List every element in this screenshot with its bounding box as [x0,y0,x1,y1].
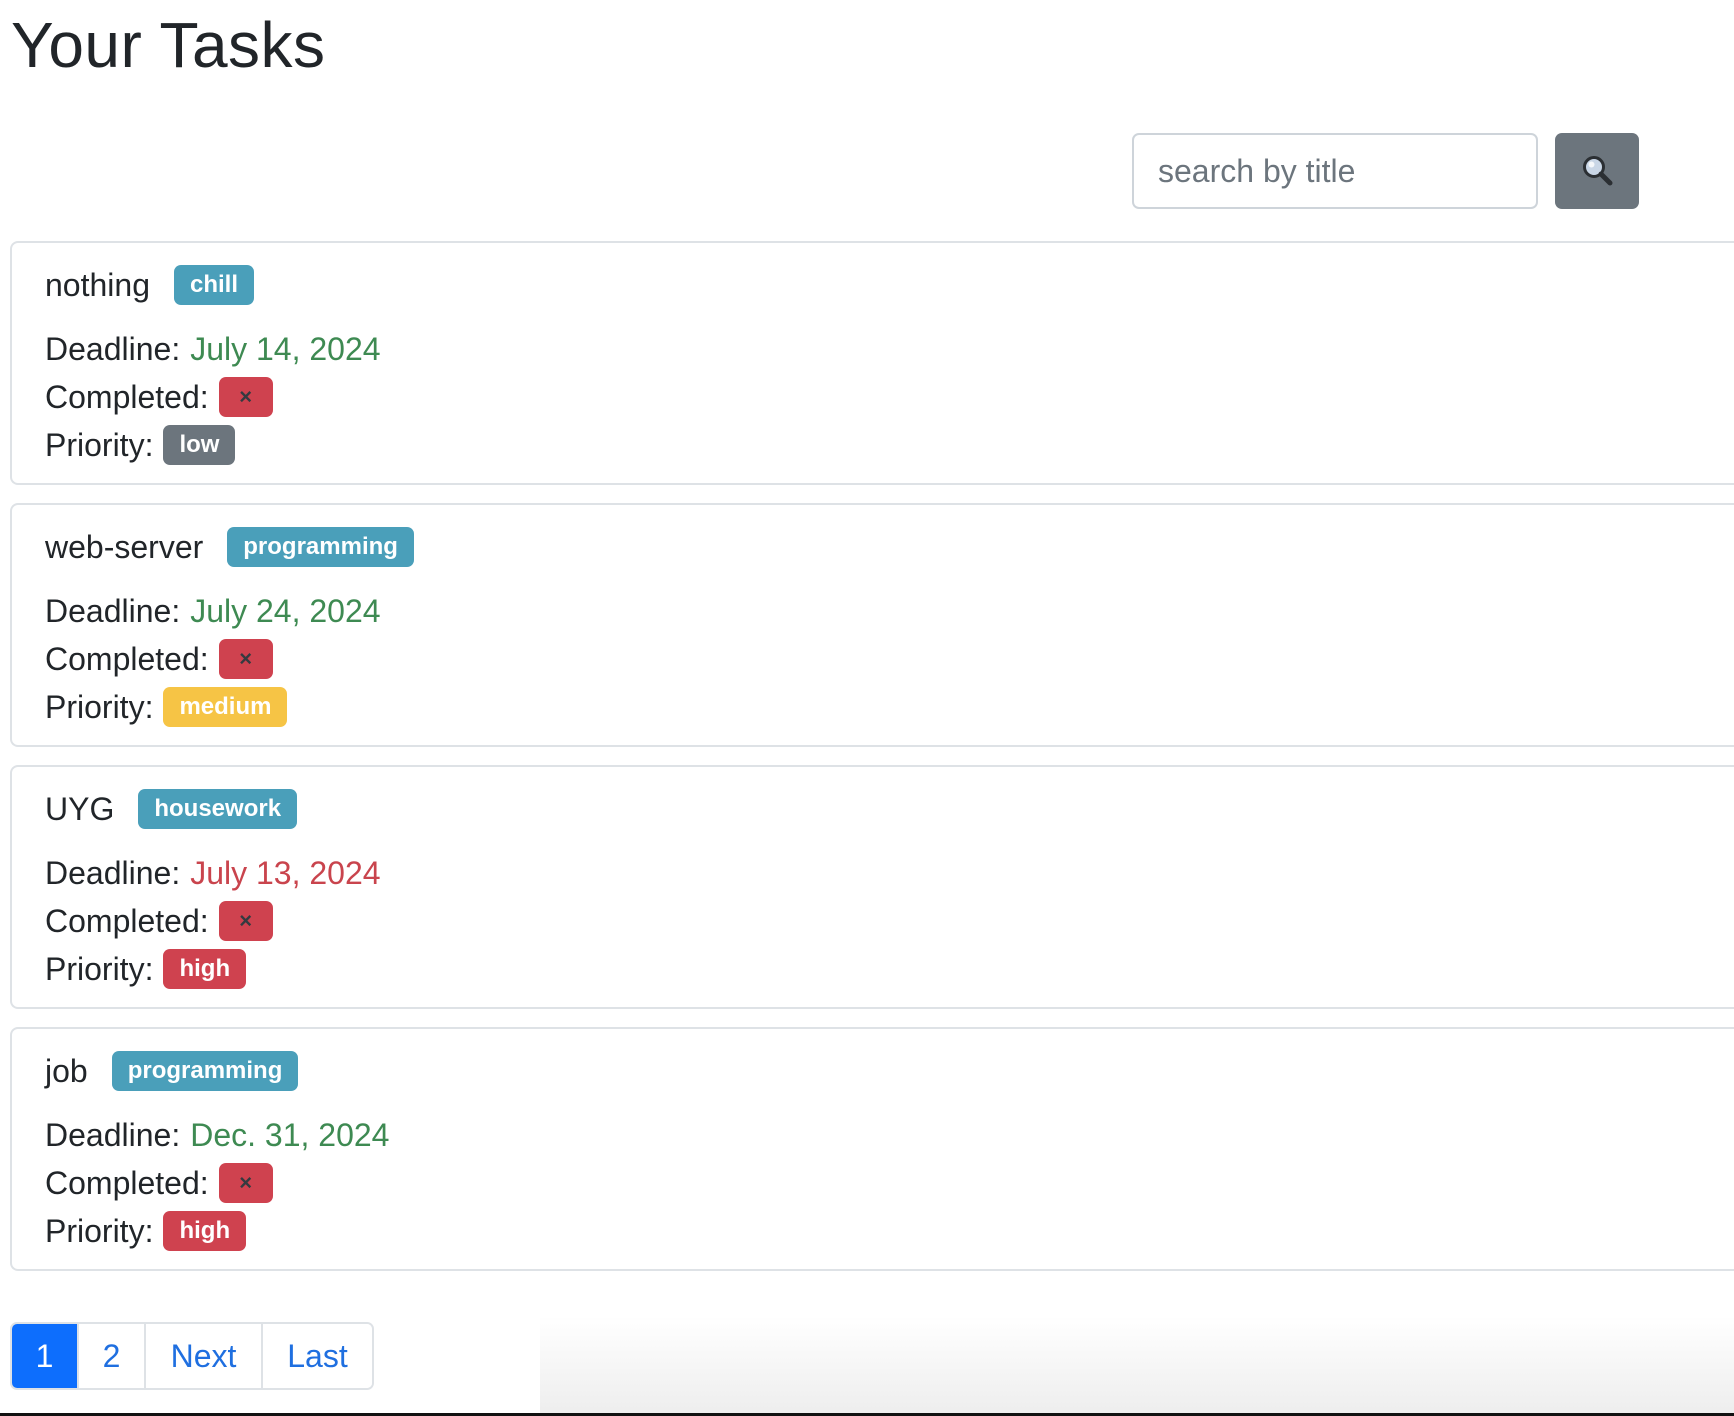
search-form [1132,133,1639,209]
completed-label: Completed: [45,379,209,415]
next-page-link[interactable]: Next [144,1324,261,1388]
priority-label: Priority: [45,689,154,725]
deadline-value: Dec. 31, 2024 [190,1117,390,1153]
priority-row: Priority: medium [45,687,288,727]
page-title: Your Tasks [11,9,326,81]
deadline-row: Deadline: July 24, 2024 [45,591,381,631]
deadline-value: July 14, 2024 [190,331,381,367]
priority-label: Priority: [45,427,154,463]
deadline-label: Deadline: [45,1117,181,1153]
task-header: web-server programming [45,527,414,567]
completed-row: Completed: × [45,639,273,679]
priority-label: Priority: [45,1213,154,1249]
pagination: 1 2 Next Last [10,1322,374,1390]
bottom-shadow [540,1316,1734,1416]
category-badge: chill [173,265,254,305]
priority-badge: high [163,1211,247,1251]
deadline-value: July 13, 2024 [190,855,381,891]
task-title[interactable]: nothing [45,265,150,305]
priority-row: Priority: low [45,425,236,465]
deadline-value: July 24, 2024 [190,593,381,629]
last-page-link[interactable]: Last [261,1324,372,1388]
task-title[interactable]: web-server [45,527,203,567]
magnifier-icon [1580,153,1614,190]
not-completed-badge: × [218,901,273,941]
deadline-row: Deadline: Dec. 31, 2024 [45,1115,389,1155]
completed-row: Completed: × [45,377,273,417]
completed-label: Completed: [45,903,209,939]
task-list-page: Your Tasks nothing chill Deadline: July … [0,0,1734,1416]
not-completed-badge: × [218,639,273,679]
deadline-label: Deadline: [45,593,181,629]
page-link-2[interactable]: 2 [77,1324,144,1388]
priority-row: Priority: high [45,949,247,989]
priority-row: Priority: high [45,1211,247,1251]
task-header: nothing chill [45,265,254,305]
page-link-1[interactable]: 1 [12,1324,77,1388]
priority-badge: high [163,949,247,989]
search-button[interactable] [1555,133,1639,209]
task-header: UYG housework [45,789,298,829]
completed-row: Completed: × [45,1163,273,1203]
task-title[interactable]: UYG [45,789,114,829]
priority-badge: medium [163,687,288,727]
task-title[interactable]: job [45,1051,88,1091]
deadline-label: Deadline: [45,855,181,891]
category-badge: housework [138,789,298,829]
task-header: job programming [45,1051,299,1091]
completed-row: Completed: × [45,901,273,941]
deadline-row: Deadline: July 13, 2024 [45,853,381,893]
task-card: nothing chill Deadline: July 14, 2024 Co… [10,241,1734,485]
search-input[interactable] [1132,133,1538,209]
priority-label: Priority: [45,951,154,987]
priority-badge: low [163,425,236,465]
deadline-label: Deadline: [45,331,181,367]
not-completed-badge: × [218,377,273,417]
category-badge: programming [227,527,414,567]
not-completed-badge: × [218,1163,273,1203]
task-card: UYG housework Deadline: July 13, 2024 Co… [10,765,1734,1009]
task-card: job programming Deadline: Dec. 31, 2024 … [10,1027,1734,1271]
completed-label: Completed: [45,641,209,677]
category-badge: programming [111,1051,299,1091]
completed-label: Completed: [45,1165,209,1201]
deadline-row: Deadline: July 14, 2024 [45,329,381,369]
task-card: web-server programming Deadline: July 24… [10,503,1734,747]
